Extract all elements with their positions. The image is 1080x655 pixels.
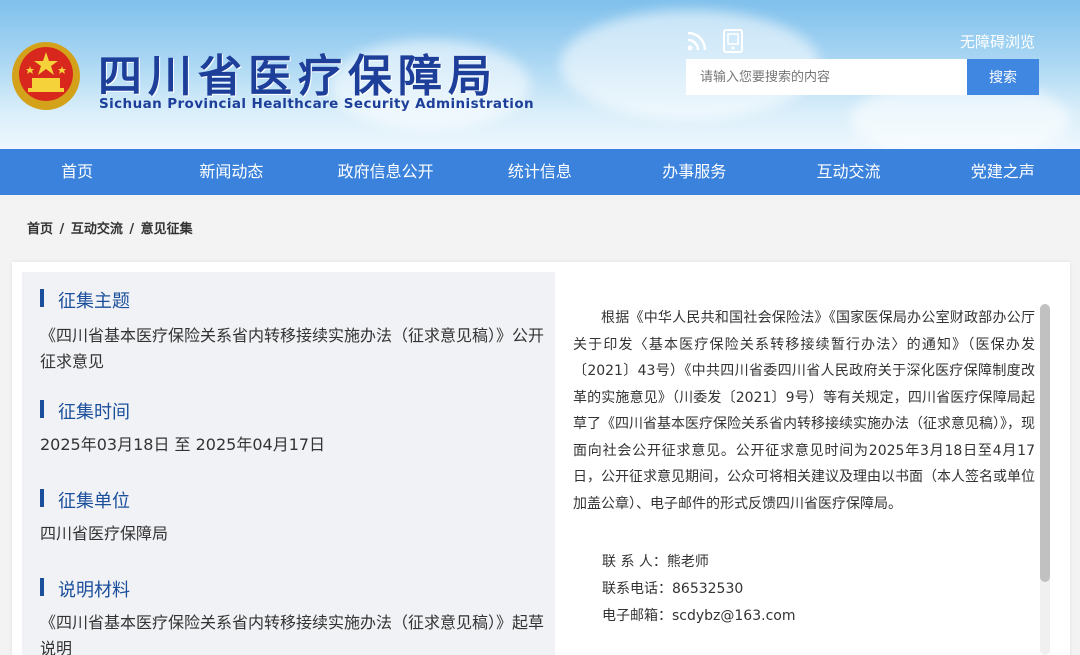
rss-icon[interactable] bbox=[686, 30, 708, 52]
scrollbar-thumb[interactable] bbox=[1040, 304, 1050, 582]
nav-item-gov-info[interactable]: 政府信息公开 bbox=[309, 149, 463, 195]
nav-item-services[interactable]: 办事服务 bbox=[617, 149, 771, 195]
section-text-unit: 四川省医疗保障局 bbox=[40, 524, 169, 543]
contact-phone: 联系电话：86532530 bbox=[602, 581, 744, 597]
search-input[interactable] bbox=[686, 59, 967, 95]
section-title-topic: 征集主题 bbox=[40, 287, 130, 313]
search-button[interactable]: 搜索 bbox=[967, 59, 1039, 95]
breadcrumb-current: 意见征集 bbox=[140, 222, 193, 237]
section-text-time: 2025年03月18日 至 2025年04月17日 bbox=[40, 435, 326, 454]
section-text-topic: 《四川省基本医疗保险关系省内转移接续实施办法（征求意见稿）》公开征求意见 bbox=[40, 326, 545, 371]
consultation-body-text: 根据《中华人民共和国社会保险法》《国家医保局办公室财政部办公厅关于印发〈基本医疗… bbox=[573, 310, 1035, 512]
section-title-time: 征集时间 bbox=[40, 398, 130, 424]
national-emblem-icon bbox=[12, 42, 80, 110]
logo-title-cn: 四川省医疗保障局 bbox=[98, 51, 498, 102]
nav-item-statistics[interactable]: 统计信息 bbox=[463, 149, 617, 195]
nav-item-home[interactable]: 首页 bbox=[0, 149, 154, 195]
site-header: 四川省医疗保障局 Sichuan Provincial Healthcare S… bbox=[0, 0, 1080, 149]
nav-item-interaction[interactable]: 互动交流 bbox=[771, 149, 925, 195]
contact-person: 联 系 人：熊老师 bbox=[602, 554, 709, 570]
section-title-unit: 征集单位 bbox=[40, 487, 130, 513]
breadcrumb-home[interactable]: 首页 bbox=[27, 222, 53, 237]
section-title-materials: 说明材料 bbox=[40, 576, 130, 602]
mobile-icon[interactable] bbox=[722, 29, 744, 53]
logo-title-en: Sichuan Provincial Healthcare Security A… bbox=[99, 96, 535, 112]
main-nav: 首页 新闻动态 政府信息公开 统计信息 办事服务 互动交流 党建之声 bbox=[0, 149, 1080, 195]
accessible-browse-link[interactable]: 无障碍浏览 bbox=[960, 31, 1035, 52]
breadcrumb: 首页 / 互动交流 / 意见征集 bbox=[26, 218, 194, 237]
nav-item-news[interactable]: 新闻动态 bbox=[154, 149, 308, 195]
breadcrumb-interaction[interactable]: 互动交流 bbox=[71, 222, 123, 237]
breadcrumb-separator: / bbox=[59, 222, 65, 237]
breadcrumb-separator: / bbox=[129, 222, 135, 237]
nav-item-party[interactable]: 党建之声 bbox=[926, 149, 1080, 195]
contact-email: 电子邮箱：scdybz@163.com bbox=[602, 608, 796, 624]
section-text-materials[interactable]: 《四川省基本医疗保险关系省内转移接续实施办法（征求意见稿）》起草说明 bbox=[40, 610, 545, 655]
